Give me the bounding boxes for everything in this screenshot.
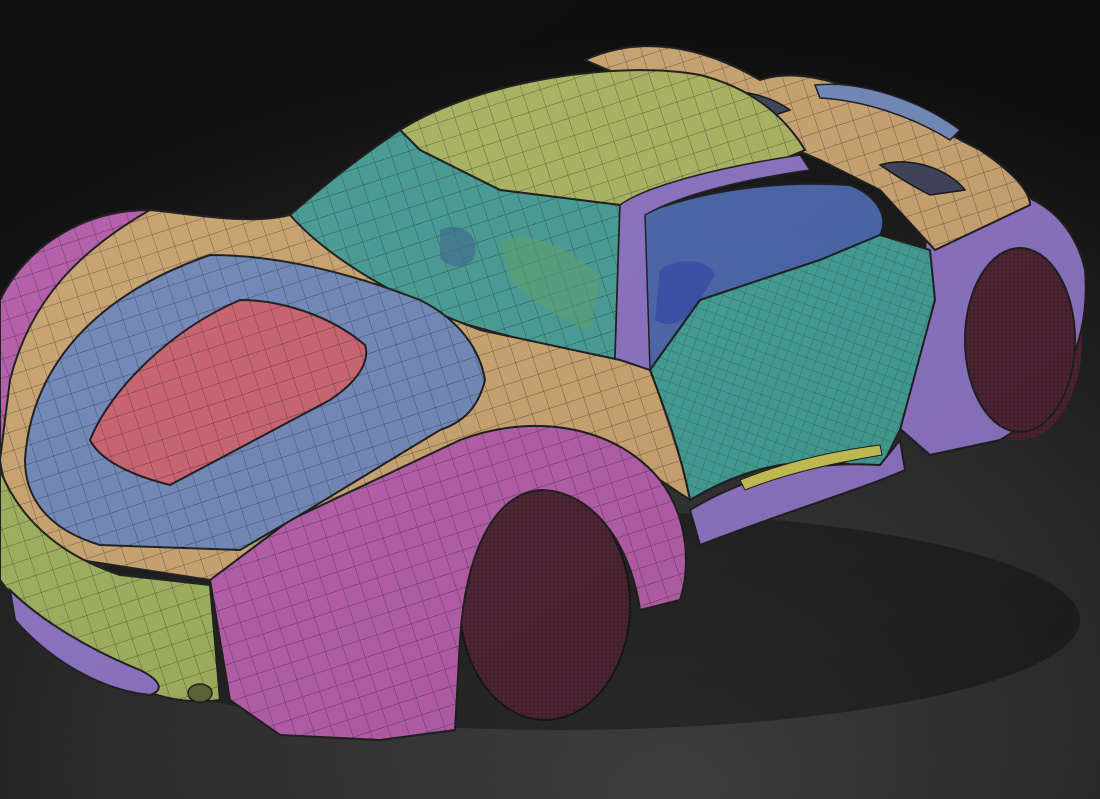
car-model-render [0, 0, 1100, 799]
3d-viewport[interactable] [0, 0, 1100, 799]
lighting-overlay [0, 0, 1100, 799]
